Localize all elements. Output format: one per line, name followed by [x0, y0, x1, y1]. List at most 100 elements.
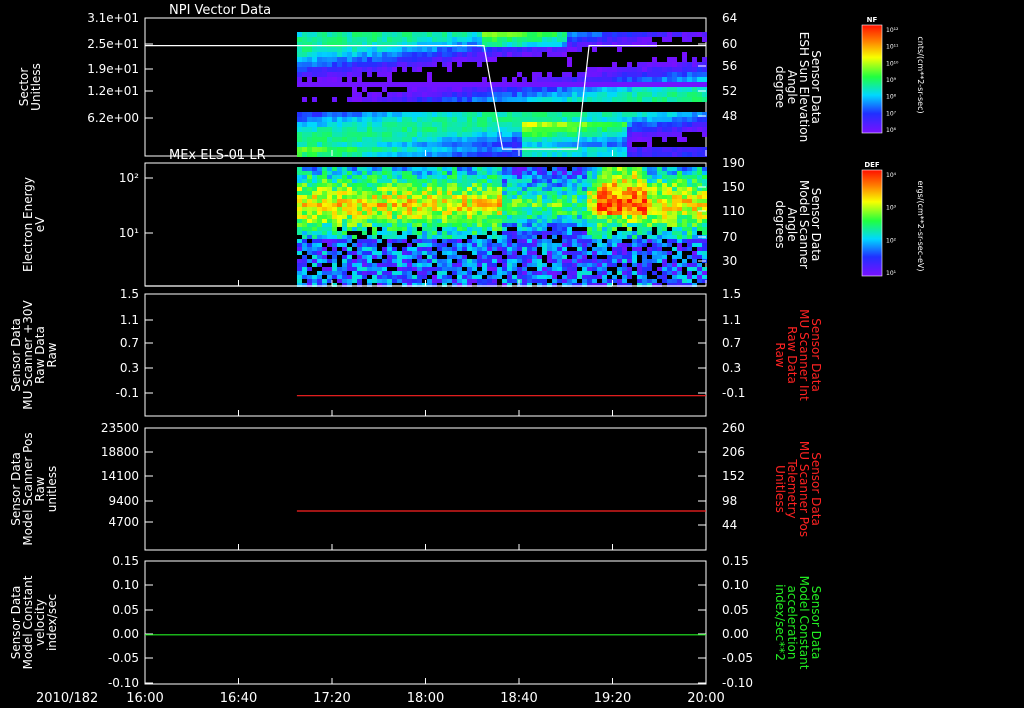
heatmap-cell — [557, 77, 562, 82]
heatmap-cell — [457, 37, 462, 42]
heatmap-cell — [492, 231, 497, 235]
heatmap-cell — [452, 97, 457, 102]
heatmap-cell — [612, 239, 617, 243]
heatmap-cell — [462, 235, 467, 239]
heatmap-cell — [312, 227, 317, 231]
heatmap-cell — [547, 239, 552, 243]
heatmap-cell — [582, 32, 587, 37]
heatmap-cell — [452, 211, 457, 215]
heatmap-cell — [642, 127, 647, 132]
heatmap-cell — [682, 207, 687, 211]
heatmap-cell — [652, 77, 657, 82]
heatmap-cell — [482, 259, 487, 263]
heatmap-cell — [547, 87, 552, 92]
heatmap-cell — [437, 42, 442, 47]
heatmap-cell — [317, 275, 322, 279]
heatmap-cell — [497, 87, 502, 92]
heatmap-cell — [667, 279, 672, 283]
heatmap-cell — [302, 67, 307, 72]
heatmap-cell — [552, 52, 557, 57]
heatmap-cell — [647, 203, 652, 207]
heatmap-cell — [392, 152, 397, 157]
heatmap-cell — [607, 142, 612, 147]
heatmap-cell — [552, 42, 557, 47]
colorbar-tick: 10³ — [886, 205, 897, 212]
heatmap-cell — [612, 251, 617, 255]
heatmap-cell — [557, 122, 562, 127]
heatmap-cell — [582, 191, 587, 195]
heatmap-cell — [372, 255, 377, 259]
heatmap-cell — [527, 82, 532, 87]
heatmap-cell — [532, 142, 537, 147]
heatmap-cell — [352, 227, 357, 231]
heatmap-cell — [307, 191, 312, 195]
heatmap-cell — [542, 271, 547, 275]
heatmap-cell — [572, 219, 577, 223]
heatmap-cell — [327, 142, 332, 147]
heatmap-cell — [702, 199, 707, 203]
heatmap-cell — [687, 195, 692, 199]
heatmap-cell — [577, 251, 582, 255]
heatmap-cell — [312, 132, 317, 137]
heatmap-cell — [672, 255, 677, 259]
heatmap-cell — [582, 167, 587, 171]
heatmap-cell — [387, 259, 392, 263]
heatmap-cell — [662, 211, 667, 215]
heatmap-cell — [482, 199, 487, 203]
heatmap-cell — [302, 183, 307, 187]
heatmap-cell — [442, 191, 447, 195]
heatmap-cell — [642, 67, 647, 72]
heatmap-cell — [562, 32, 567, 37]
heatmap-cell — [637, 247, 642, 251]
heatmap-cell — [492, 152, 497, 157]
heatmap-cell — [462, 82, 467, 87]
heatmap-cell — [297, 231, 302, 235]
heatmap-cell — [617, 267, 622, 271]
heatmap-cell — [622, 251, 627, 255]
heatmap-cell — [377, 47, 382, 52]
heatmap-cell — [632, 191, 637, 195]
heatmap-cell — [427, 227, 432, 231]
heatmap-cell — [527, 171, 532, 175]
heatmap-cell — [407, 152, 412, 157]
heatmap-cell — [647, 211, 652, 215]
heatmap-cell — [372, 199, 377, 203]
heatmap-cell — [442, 127, 447, 132]
heatmap-cell — [477, 97, 482, 102]
heatmap-cell — [352, 195, 357, 199]
heatmap-cell — [412, 251, 417, 255]
heatmap-cell — [692, 77, 697, 82]
heatmap-cell — [412, 247, 417, 251]
heatmap-cell — [462, 112, 467, 117]
heatmap-cell — [327, 32, 332, 37]
heatmap-cell — [362, 37, 367, 42]
heatmap-cell — [457, 263, 462, 267]
heatmap-cell — [602, 82, 607, 87]
heatmap-cell — [557, 223, 562, 227]
heatmap-cell — [367, 112, 372, 117]
heatmap-cell — [447, 187, 452, 191]
heatmap-cell — [647, 32, 652, 37]
heatmap-cell — [682, 263, 687, 267]
heatmap-cell — [297, 137, 302, 142]
heatmap-cell — [357, 32, 362, 37]
heatmap-cell — [587, 82, 592, 87]
heatmap-cell — [412, 132, 417, 137]
heatmap-cell — [497, 183, 502, 187]
heatmap-cell — [502, 259, 507, 263]
heatmap-cell — [342, 167, 347, 171]
heatmap-cell — [447, 263, 452, 267]
heatmap-cell — [377, 167, 382, 171]
heatmap-cell — [652, 175, 657, 179]
heatmap-cell — [307, 127, 312, 132]
heatmap-cell — [552, 137, 557, 142]
heatmap-cell — [522, 255, 527, 259]
heatmap-cell — [467, 122, 472, 127]
heatmap-cell — [687, 92, 692, 97]
heatmap-cell — [562, 195, 567, 199]
heatmap-cell — [657, 77, 662, 82]
heatmap-cell — [462, 259, 467, 263]
heatmap-cell — [452, 271, 457, 275]
heatmap-cell — [332, 171, 337, 175]
y-tick-label-right: 190 — [722, 156, 745, 170]
